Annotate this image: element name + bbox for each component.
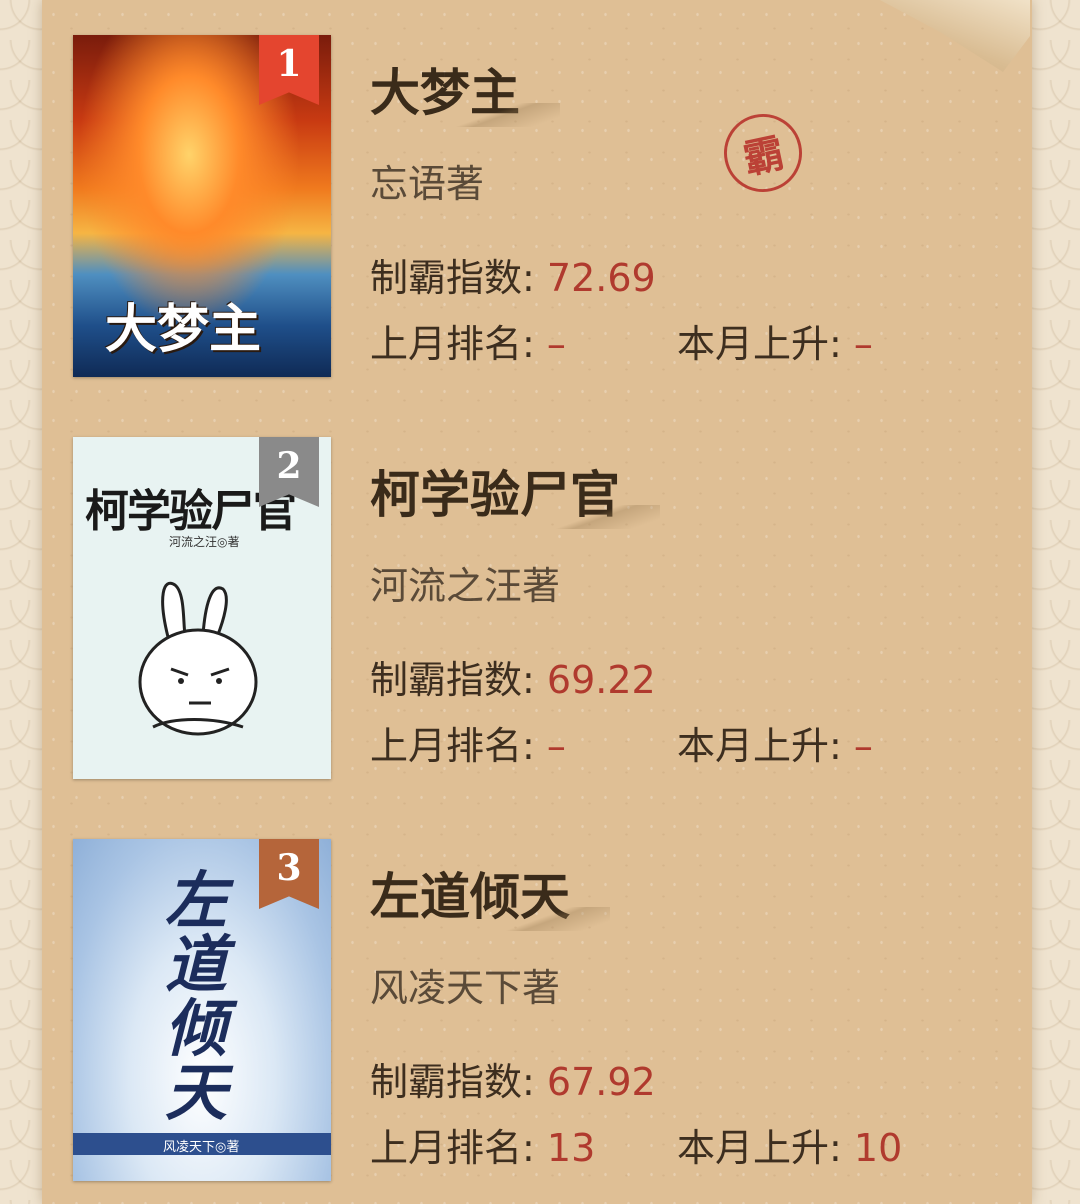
book-title-1[interactable]: 大梦主: [370, 53, 560, 127]
rise-stat-1: 本月上升: –: [677, 313, 873, 368]
book-entry-3[interactable]: 左道倾天 风凌天下◎著 3 左道倾天 风凌天下著 制霸指数: 67.92 上月排…: [73, 839, 973, 1181]
rise-value: –: [853, 322, 873, 366]
index-label: 制霸指数:: [370, 256, 547, 300]
book-cover-3[interactable]: 左道倾天 风凌天下◎著 3: [73, 839, 331, 1181]
cover-author-band-3: 风凌天下◎著: [73, 1133, 331, 1155]
book-cover-1[interactable]: 大梦主 1: [73, 35, 331, 377]
book-title-3[interactable]: 左道倾天: [370, 857, 610, 931]
last-rank-stat-3: 上月排名: 13: [370, 1117, 595, 1172]
last-rank-label: 上月排名:: [370, 1126, 547, 1170]
book-author-3: 风凌天下著: [370, 966, 561, 1010]
last-rank-stat-1: 上月排名: –: [370, 313, 566, 368]
cover-title-1: 大梦主: [105, 299, 262, 360]
last-rank-label: 上月排名:: [370, 724, 547, 768]
cover-author-3: 风凌天下◎著: [163, 1140, 240, 1155]
cover-author-2: 河流之汪◎著: [169, 535, 240, 549]
rise-value: 10: [853, 1126, 903, 1170]
book-cover-2[interactable]: 柯学验尸官 河流之汪◎著 2: [73, 437, 331, 779]
book-entry-2[interactable]: 柯学验尸官 河流之汪◎著 2 柯学验尸官 河流之汪著 制霸指数: 69.22 上…: [73, 437, 973, 779]
index-stat-1: 制霸指数: 72.69: [370, 247, 656, 302]
last-rank-value: 13: [546, 1126, 596, 1170]
last-rank-value: –: [546, 322, 566, 366]
index-label: 制霸指数:: [370, 1060, 547, 1104]
book-author-1: 忘语著: [370, 162, 485, 206]
last-rank-stat-2: 上月排名: –: [370, 715, 566, 770]
index-value: 67.92: [546, 1060, 656, 1104]
book-author-2: 河流之汪著: [370, 564, 561, 608]
rise-stat-3: 本月上升: 10: [677, 1117, 902, 1172]
index-stat-2: 制霸指数: 69.22: [370, 649, 656, 704]
rank-badge-1: 1: [259, 35, 319, 105]
rise-value: –: [853, 724, 873, 768]
index-stat-3: 制霸指数: 67.92: [370, 1051, 656, 1106]
book-entry-1[interactable]: 大梦主 1 大梦主 忘语著 制霸指数: 72.69 上月排名: – 本月上升: …: [73, 35, 973, 377]
rabbit-illustration: [138, 581, 258, 736]
rise-label: 本月上升:: [677, 322, 854, 366]
rise-label: 本月上升:: [677, 1126, 854, 1170]
rise-label: 本月上升:: [677, 724, 854, 768]
index-label: 制霸指数:: [370, 658, 547, 702]
cover-title-3: 左道倾天: [165, 864, 228, 1129]
index-value: 72.69: [546, 256, 656, 300]
book-title-2[interactable]: 柯学验尸官: [370, 455, 660, 529]
rank-badge-3: 3: [259, 839, 319, 909]
last-rank-label: 上月排名:: [370, 322, 547, 366]
index-value: 69.22: [546, 658, 656, 702]
rise-stat-2: 本月上升: –: [677, 715, 873, 770]
last-rank-value: –: [546, 724, 566, 768]
